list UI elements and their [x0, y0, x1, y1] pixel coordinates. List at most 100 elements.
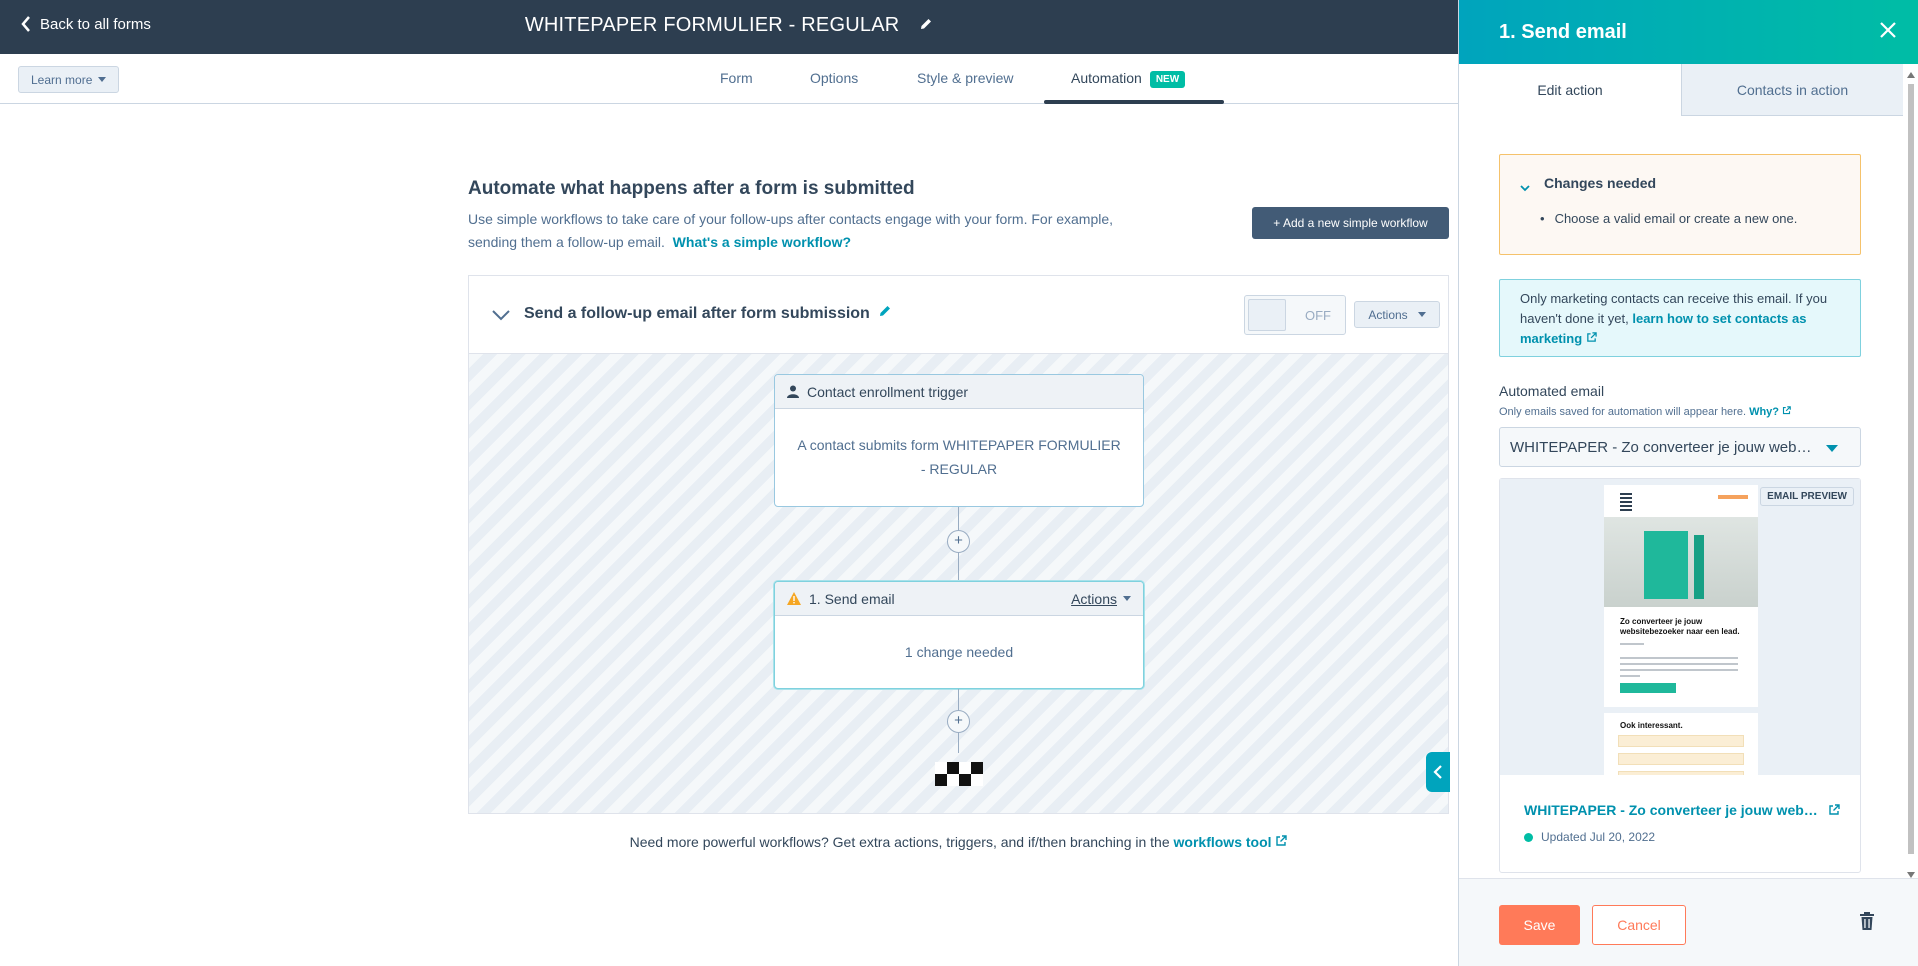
caret-down-icon	[1417, 312, 1426, 317]
caret-down-icon	[1826, 445, 1838, 452]
workflow-actions-dropdown[interactable]: Actions	[1354, 301, 1440, 328]
tab-edit-action[interactable]: Edit action	[1459, 64, 1681, 116]
email-preview-card: Zo converteer je jouw websitebezoeker na…	[1499, 478, 1861, 873]
caret-down-icon	[98, 77, 107, 82]
simple-workflow-help-link[interactable]: What's a simple workflow?	[673, 234, 851, 250]
pencil-icon[interactable]	[878, 304, 892, 323]
person-icon	[787, 385, 799, 398]
tab-automation[interactable]: Automation NEW	[1071, 70, 1186, 88]
text-line	[1620, 669, 1738, 671]
preview-link-row	[1618, 753, 1744, 765]
updated-date: Updated Jul 20, 2022	[1541, 830, 1656, 844]
why-link[interactable]: Why?	[1749, 406, 1791, 418]
chevron-left-icon	[1433, 765, 1442, 779]
collapse-panel-button[interactable]	[1426, 752, 1450, 792]
edit-action-panel: 1. Send email Edit action Contacts in ac…	[1458, 0, 1918, 966]
hero-image	[1604, 517, 1758, 607]
active-tab-indicator	[1044, 100, 1224, 104]
status-dot-icon	[1524, 832, 1533, 842]
toggle-knob	[1248, 299, 1286, 331]
add-action-plus-button[interactable]: +	[947, 710, 970, 733]
trigger-header: Contact enrollment trigger	[775, 375, 1143, 409]
trash-icon[interactable]	[1859, 911, 1875, 936]
warning-icon	[787, 592, 801, 605]
tab-contacts-in-action[interactable]: Contacts in action	[1681, 64, 1903, 116]
brand-logo	[1620, 493, 1632, 511]
external-link-icon	[1829, 804, 1840, 815]
pencil-icon[interactable]	[919, 14, 933, 37]
checkered-flag-icon	[935, 762, 983, 786]
connector-line	[958, 733, 959, 753]
workflows-tool-link[interactable]: workflows tool	[1174, 834, 1288, 850]
preview-cta-button	[1620, 683, 1676, 693]
changes-needed-title: Changes needed	[1544, 175, 1657, 191]
tab-style-preview[interactable]: Style & preview	[917, 70, 1013, 86]
chevron-down-icon[interactable]	[491, 308, 511, 326]
trigger-description: A contact submits form WHITEPAPER FORMUL…	[797, 437, 1121, 477]
email-preview-badge: EMAIL PREVIEW	[1760, 487, 1854, 506]
tab-label: Form	[720, 70, 753, 86]
preview-link-row	[1618, 771, 1744, 775]
tab-label: Contacts in action	[1736, 81, 1849, 98]
preview-heading: Zo converteer je jouw websitebezoeker na…	[1620, 617, 1740, 636]
connector-line	[958, 553, 959, 581]
email-name: WHITEPAPER - Zo converteer je jouw websi…	[1524, 802, 1820, 818]
automated-email-label: Automated email	[1499, 383, 1605, 399]
email-name-link[interactable]: WHITEPAPER - Zo converteer je jouw websi…	[1524, 802, 1840, 818]
actions-label: Actions	[1071, 590, 1117, 607]
external-link-icon	[1783, 406, 1791, 415]
tab-options[interactable]: Options	[810, 70, 858, 86]
book-image	[1644, 531, 1688, 599]
caret-down-icon	[1123, 596, 1131, 601]
marketing-contacts-info: Only marketing contacts can receive this…	[1499, 279, 1861, 357]
automated-email-select[interactable]: WHITEPAPER - Zo converteer je jouw websi…	[1499, 427, 1861, 467]
changes-needed-alert: Changes needed Choose a valid email or c…	[1499, 154, 1861, 255]
add-action-plus-button[interactable]: +	[947, 530, 970, 553]
cancel-button[interactable]: Cancel	[1592, 905, 1686, 945]
scrollbar-thumb[interactable]	[1908, 84, 1914, 854]
automated-email-help: Only emails saved for automation will ap…	[1499, 406, 1791, 418]
footnote: Need more powerful workflows? Get extra …	[468, 834, 1449, 850]
enrollment-trigger-node[interactable]: Contact enrollment trigger A contact sub…	[774, 374, 1144, 507]
toggle-state: OFF	[1305, 308, 1331, 323]
new-badge: NEW	[1149, 71, 1186, 88]
action-description: 1 change needed	[904, 644, 1014, 660]
panel-tabs: Edit action Contacts in action	[1459, 64, 1903, 116]
save-button[interactable]: Save	[1499, 905, 1580, 945]
brand-mark	[1718, 495, 1748, 499]
tab-label: Options	[810, 70, 859, 86]
footnote-text: Need more powerful workflows? Get extra …	[629, 834, 1170, 850]
chevron-down-icon[interactable]	[1520, 179, 1530, 197]
workflow-title: Send a follow-up email after form submis…	[524, 305, 870, 322]
add-simple-workflow-button[interactable]: + Add a new simple workflow	[1252, 207, 1449, 239]
form-title: WHITEPAPER FORMULIER - REGULAR	[0, 14, 1458, 37]
send-email-action-node[interactable]: 1. Send email Actions 1 change needed	[774, 581, 1144, 689]
email-preview-thumbnail[interactable]: Zo converteer je jouw websitebezoeker na…	[1500, 479, 1860, 775]
action-node-actions-dropdown[interactable]: Actions	[1071, 591, 1131, 607]
book-spine-image	[1694, 535, 1704, 599]
workflow-canvas: Contact enrollment trigger A contact sub…	[469, 354, 1448, 813]
panel-footer: Save Cancel	[1459, 878, 1918, 966]
panel-scrollbar[interactable]	[1906, 72, 1916, 878]
learn-more-label: Learn more	[31, 72, 93, 87]
action-header-label: 1. Send email	[809, 590, 895, 607]
external-link-icon	[1276, 835, 1288, 846]
page-description: Use simple workflows to take care of you…	[468, 208, 1148, 254]
close-icon[interactable]	[1878, 20, 1898, 45]
top-bar: Back to all forms WHITEPAPER FORMULIER -…	[0, 0, 1458, 54]
workflow-header: Send a follow-up email after form submis…	[469, 276, 1448, 354]
tab-label: Edit action	[1537, 82, 1603, 98]
email-main-section: Zo converteer je jouw websitebezoeker na…	[1604, 485, 1758, 707]
email-thumbnail: Zo converteer je jouw websitebezoeker na…	[1604, 485, 1758, 775]
text-line	[1620, 675, 1640, 677]
help-text: Only emails saved for automation will ap…	[1499, 406, 1747, 418]
trigger-header-label: Contact enrollment trigger	[807, 383, 969, 400]
tab-form[interactable]: Form	[720, 70, 753, 86]
panel-title: 1. Send email	[1499, 21, 1627, 43]
learn-more-dropdown[interactable]: Learn more	[18, 66, 120, 93]
tab-label: Style & preview	[917, 70, 1014, 86]
scroll-up-icon[interactable]	[1907, 72, 1915, 78]
text-line	[1620, 643, 1644, 645]
workflow-on-off-toggle[interactable]: OFF	[1244, 295, 1346, 335]
preview-link-row	[1618, 735, 1744, 747]
